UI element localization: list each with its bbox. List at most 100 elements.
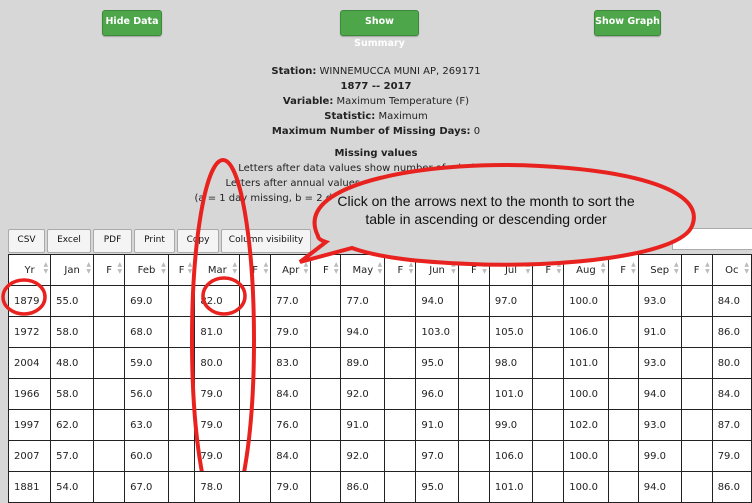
table-cell: [310, 409, 342, 441]
sort-arrows-icon[interactable]: ▲ ▼: [631, 261, 636, 275]
hide-data-button[interactable]: Hide Data: [102, 10, 162, 36]
table-cell: 96.0: [415, 378, 459, 410]
column-header-f-12[interactable]: F ▲ ▼: [457, 254, 490, 286]
table-cell: 105.0: [488, 316, 534, 348]
csv-button[interactable]: CSV: [8, 229, 45, 253]
sort-arrows-icon[interactable]: ▲ ▼: [451, 261, 456, 275]
column-header-label: F: [545, 264, 552, 276]
column-header-label: May: [352, 264, 374, 276]
missing-values-heading: Missing values: [334, 148, 418, 159]
sort-arrows-icon[interactable]: ▲ ▼: [118, 261, 123, 275]
column-header-jul-13[interactable]: Jul ▲ ▼: [488, 254, 534, 286]
column-header-jun-11[interactable]: Jun ▲ ▼: [415, 254, 459, 286]
column-header-f-6[interactable]: F ▲ ▼: [239, 254, 272, 286]
column-header-apr-7[interactable]: Apr ▲ ▼: [270, 254, 312, 286]
search-input[interactable]: [672, 228, 752, 250]
station-label: Station:: [271, 66, 317, 77]
column-header-label: Jun: [429, 264, 445, 276]
column-visibility-button[interactable]: Column visibility: [221, 229, 311, 253]
station-line: Station: WINNEMUCCA MUNI AP, 269171: [0, 64, 752, 80]
sort-arrows-icon[interactable]: ▲ ▼: [482, 261, 487, 275]
table-cell: [239, 409, 272, 441]
column-header-f-10[interactable]: F ▲ ▼: [384, 254, 417, 286]
sort-arrows-icon[interactable]: ▲ ▼: [557, 261, 562, 275]
sort-arrows-icon[interactable]: ▲ ▼: [378, 261, 383, 275]
table-body: 1879 55.0 69.0 82.0 77.0 77.0 94.0 97.0 100.0 93.…: [7, 285, 752, 503]
sort-arrows-icon[interactable]: ▲ ▼: [161, 261, 166, 275]
column-header-f-2[interactable]: F ▲ ▼: [93, 254, 126, 286]
table-cell: [680, 440, 713, 472]
missing-days-value: 0: [473, 126, 481, 137]
table-cell: [167, 440, 196, 472]
column-header-f-18[interactable]: F ▲ ▼: [680, 254, 713, 286]
sort-arrows-icon[interactable]: ▲ ▼: [601, 261, 606, 275]
table-cell: 95.0: [415, 347, 459, 379]
table-cell: 86.0: [340, 471, 386, 503]
table-cell: 57.0: [50, 440, 95, 472]
sort-arrows-icon[interactable]: ▲ ▼: [744, 261, 749, 275]
column-header-feb-3[interactable]: Feb ▲ ▼: [124, 254, 169, 286]
sort-arrows-icon[interactable]: ▲ ▼: [304, 261, 309, 275]
table-row: 1972 58.0 68.0 81.0 79.0 94.0 103.0 105.0 106.0 9…: [7, 316, 752, 348]
sort-arrows-icon[interactable]: ▲ ▼: [334, 261, 339, 275]
table-cell: [532, 409, 565, 441]
column-header-label: Jul: [504, 264, 518, 276]
statistic-line: Statistic: Maximum: [0, 109, 752, 125]
show-summary-button[interactable]: Show Summary: [340, 10, 419, 49]
table-cell: [167, 316, 196, 348]
table-cell: 1966: [7, 378, 52, 410]
sort-arrows-icon[interactable]: ▲ ▼: [674, 261, 679, 275]
table-cell: 106.0: [563, 316, 609, 348]
column-header-label: Jan: [64, 264, 80, 276]
pdf-button[interactable]: PDF: [93, 229, 132, 253]
missing-line-2: Letters after annual values show number …: [225, 178, 527, 189]
column-header-sep-17[interactable]: Sep ▲ ▼: [637, 254, 682, 286]
column-header-may-9[interactable]: May ▲ ▼: [340, 254, 386, 286]
copy-button[interactable]: Copy: [177, 229, 219, 253]
column-header-jan-1[interactable]: Jan ▲ ▼: [50, 254, 95, 286]
column-header-label: F: [693, 264, 700, 276]
column-header-f-14[interactable]: F ▲ ▼: [532, 254, 565, 286]
sort-arrows-icon[interactable]: ▲ ▼: [264, 261, 269, 275]
show-graph-button[interactable]: Show Graph: [594, 10, 661, 36]
table-cell: 86.0: [711, 471, 752, 503]
print-button[interactable]: Print: [134, 229, 175, 253]
table-row: 1966 58.0 56.0 79.0 84.0 92.0 96.0 101.0 100.0 94…: [7, 378, 752, 410]
sort-arrows-icon[interactable]: ▲ ▼: [526, 261, 531, 275]
excel-button[interactable]: Excel: [47, 229, 91, 253]
missing-line-1: Letters after data values show number of…: [238, 163, 514, 174]
column-header-label: F: [106, 264, 112, 276]
column-header-label: Yr: [24, 264, 35, 276]
sort-arrows-icon[interactable]: ▲ ▼: [705, 261, 710, 275]
sort-arrows-icon[interactable]: ▲ ▼: [86, 261, 91, 275]
sort-arrows-icon[interactable]: ▲ ▼: [188, 261, 193, 275]
table-cell: [167, 471, 196, 503]
table-cell: [93, 471, 126, 503]
column-header-oc-19[interactable]: Oc ▲ ▼: [711, 254, 752, 286]
sort-arrows-icon[interactable]: ▲ ▼: [232, 261, 237, 275]
table-cell: 77.0: [340, 285, 386, 317]
table-cell: 55.0: [50, 285, 95, 317]
table-cell: [680, 285, 713, 317]
table-cell: [310, 285, 342, 317]
sort-arrows-icon[interactable]: ▲ ▼: [44, 261, 49, 275]
table-cell: [680, 378, 713, 410]
column-header-f-4[interactable]: F ▲ ▼: [167, 254, 196, 286]
table-cell: 94.0: [637, 378, 682, 410]
table-cell: [680, 316, 713, 348]
table-header-row: Yr ▲ ▼ Jan ▲ ▼ F ▲ ▼ Feb ▲ ▼ F ▲ ▼ Mar ▲ ▼ F ▲ ▼ Apr ▲ ▼ F ▲ ▼ May ▲…: [7, 254, 752, 286]
column-header-yr-0[interactable]: Yr ▲ ▼: [7, 254, 52, 286]
table-cell: [607, 347, 639, 379]
table-cell: [93, 440, 126, 472]
sort-arrows-icon[interactable]: ▲ ▼: [409, 261, 414, 275]
table-cell: [239, 347, 272, 379]
column-header-mar-5[interactable]: Mar ▲ ▼: [194, 254, 241, 286]
table-cell: [239, 378, 272, 410]
column-header-f-8[interactable]: F ▲ ▼: [310, 254, 342, 286]
column-header-aug-15[interactable]: Aug ▲ ▼: [563, 254, 609, 286]
column-header-f-16[interactable]: F ▲ ▼: [607, 254, 639, 286]
table-cell: 94.0: [340, 316, 386, 348]
table-cell: [607, 378, 639, 410]
statistic-label: Statistic:: [324, 111, 376, 122]
table-cell: 89.0: [340, 347, 386, 379]
